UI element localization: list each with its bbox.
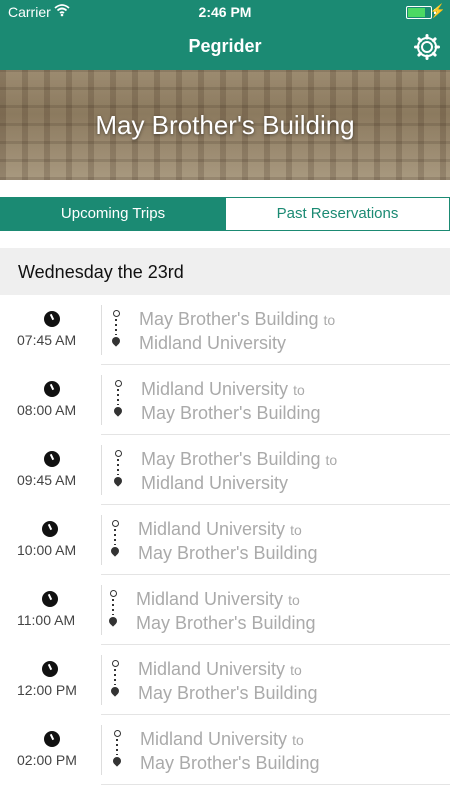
nav-bar: Pegrider (0, 24, 450, 70)
to-connector: to (325, 452, 338, 468)
route-icon (109, 520, 121, 558)
status-bar: Carrier 2:46 PM ⚡ (0, 0, 450, 24)
trip-destination: Midland University (139, 333, 287, 353)
day-label: Wednesday the 23rd (18, 262, 184, 282)
trip-row[interactable]: 09:45 AM May Brother's Building to Midla… (0, 435, 450, 505)
to-connector: to (290, 662, 302, 678)
to-connector: to (323, 312, 336, 328)
trip-origin-line: Midland University to (138, 659, 302, 680)
trip-origin: Midland University (138, 519, 286, 539)
trip-time: 08:00 AM (17, 402, 77, 418)
row-separator-vertical (101, 305, 102, 355)
trip-origin-line: Midland University to (138, 519, 302, 540)
clock-icon (44, 381, 60, 397)
location-banner: May Brother's Building (0, 70, 450, 180)
trip-origin-line: Midland University to (141, 379, 305, 400)
trip-row[interactable]: 02:00 PM Midland University to May Broth… (0, 715, 450, 785)
to-connector: to (293, 382, 305, 398)
to-connector: to (288, 592, 300, 608)
trip-origin-line: Midland University to (140, 729, 304, 750)
trip-time: 12:00 PM (17, 682, 77, 698)
trip-row[interactable]: 11:00 AM Midland University to May Broth… (0, 575, 450, 645)
clock-time: 2:46 PM (198, 4, 252, 20)
trip-origin: May Brother's Building (141, 449, 321, 469)
trip-destination: May Brother's Building (138, 683, 318, 703)
trip-origin-line: May Brother's Building to (141, 449, 337, 470)
row-separator-vertical (101, 375, 102, 425)
location-title: May Brother's Building (95, 110, 355, 140)
trip-destination: May Brother's Building (136, 613, 316, 633)
trip-row[interactable]: 12:00 PM Midland University to May Broth… (0, 645, 450, 715)
trip-origin: Midland University (141, 379, 289, 399)
clock-icon (44, 451, 60, 467)
trip-destination: May Brother's Building (138, 543, 318, 563)
clock-icon (42, 521, 58, 537)
row-separator-vertical (101, 585, 102, 635)
battery-icon (406, 6, 432, 19)
trip-row[interactable]: 07:45 AM May Brother's Building to Midla… (0, 295, 450, 365)
to-connector: to (292, 732, 304, 748)
row-separator-vertical (101, 445, 102, 495)
trip-destination: May Brother's Building (141, 403, 321, 423)
clock-icon (42, 591, 58, 607)
route-icon (112, 450, 124, 488)
day-section-header: Wednesday the 23rd (0, 248, 450, 295)
trip-destination: May Brother's Building (140, 753, 320, 773)
trip-destination: Midland University (141, 473, 289, 493)
trip-row[interactable]: 08:00 AM Midland University to May Broth… (0, 365, 450, 435)
row-separator-vertical (101, 725, 102, 775)
row-divider (101, 784, 450, 785)
trip-time: 07:45 AM (17, 332, 77, 348)
trip-origin: Midland University (136, 589, 284, 609)
route-icon (111, 730, 123, 768)
trip-time: 09:45 AM (17, 472, 77, 488)
trip-origin-line: Midland University to (136, 589, 300, 610)
trip-origin: Midland University (138, 659, 286, 679)
clock-icon (44, 311, 60, 327)
trip-row[interactable]: 10:00 AM Midland University to May Broth… (0, 505, 450, 575)
trip-origin-line: May Brother's Building to (139, 309, 335, 330)
route-icon (112, 380, 124, 418)
row-separator-vertical (101, 655, 102, 705)
battery-fill (408, 8, 425, 17)
clock-icon (44, 731, 60, 747)
trip-origin: May Brother's Building (139, 309, 319, 329)
charging-bolt-icon: ⚡ (429, 3, 446, 18)
tab-past-reservations[interactable]: Past Reservations (225, 197, 450, 231)
app-title: Pegrider (188, 36, 262, 56)
trip-time: 10:00 AM (17, 542, 77, 558)
segmented-control: Upcoming Trips Past Reservations (0, 197, 450, 231)
route-icon (107, 590, 119, 628)
trip-time: 11:00 AM (17, 612, 76, 628)
row-separator-vertical (101, 515, 102, 565)
trip-origin: Midland University (140, 729, 288, 749)
route-icon (109, 660, 121, 698)
gear-icon[interactable] (414, 34, 440, 60)
tab-upcoming-trips[interactable]: Upcoming Trips (0, 197, 226, 231)
to-connector: to (290, 522, 302, 538)
clock-icon (42, 661, 58, 677)
route-icon (110, 310, 122, 348)
trip-time: 02:00 PM (17, 752, 77, 768)
